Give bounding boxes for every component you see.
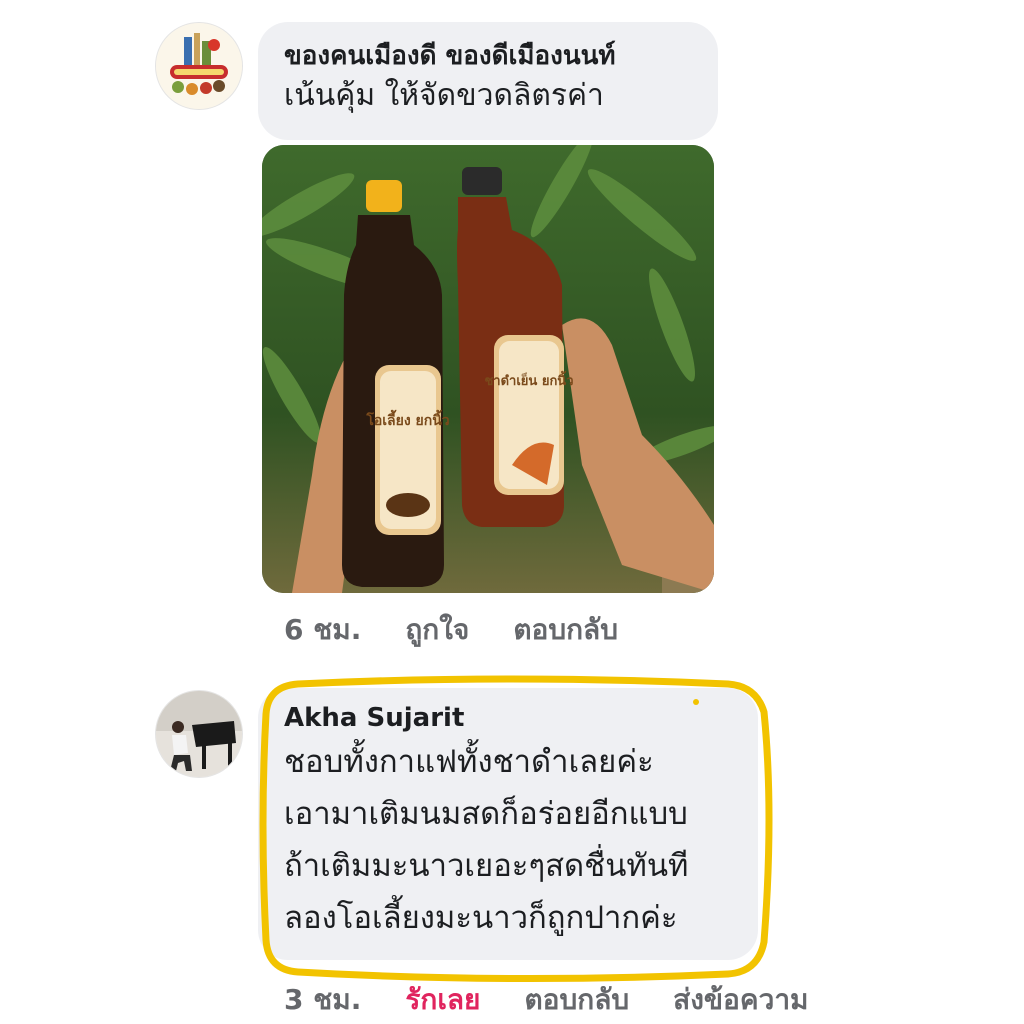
comment-timestamp[interactable]: 6 ชม. — [284, 608, 361, 652]
reply-button[interactable]: ตอบกลับ — [513, 608, 618, 652]
comment-line: ชอบทั้งกาแฟทั้งชาดำเลยค่ะ — [284, 744, 654, 780]
comment-author[interactable]: ของคนเมืองดี ของดีเมืองนนท์ — [284, 38, 692, 74]
comment-bubble: ของคนเมืองดี ของดีเมืองนนท์ เน้นคุ้ม ให้… — [258, 22, 718, 140]
comment-bubble: Akha Sujarit ชอบทั้งกาแฟทั้งชาดำเลยค่ะ เ… — [258, 688, 758, 960]
commenter-avatar[interactable] — [155, 690, 243, 778]
send-message-button[interactable]: ส่งข้อความ — [673, 978, 808, 1022]
comment-author[interactable]: Akha Sujarit — [284, 700, 732, 736]
comment-line: ถ้าเติมมะนาวเยอะๆสดชื่นทันที — [284, 848, 689, 884]
comment-text: เน้นคุ้ม ให้จัดขวดลิตรค่า — [284, 78, 604, 113]
comment-actions: 3 ชม. รักเลย ตอบกลับ ส่งข้อความ — [284, 978, 809, 1022]
product-photo: โอเลี้ยง ยกนิ้ว ชาดำเย็น ยกนิ้ว — [262, 145, 714, 593]
comment-actions: 6 ชม. ถูกใจ ตอบกลับ — [284, 608, 618, 652]
commenter-avatar[interactable] — [155, 22, 243, 110]
comment-photo[interactable]: โอเลี้ยง ยกนิ้ว ชาดำเย็น ยกนิ้ว — [262, 145, 714, 593]
reply-button[interactable]: ตอบกลับ — [524, 978, 629, 1022]
comment-line: ลองโอเลี้ยงมะนาวก็ถูกปากค่ะ — [284, 900, 678, 936]
comment-timestamp[interactable]: 3 ชม. — [284, 978, 361, 1022]
piano-player-avatar-icon — [156, 691, 242, 777]
love-reaction-button[interactable]: รักเลย — [405, 978, 480, 1022]
like-button[interactable]: ถูกใจ — [405, 608, 469, 652]
comment-line: เอามาเติมนมสดก็อร่อยอีกแบบ — [284, 796, 688, 832]
shop-logo-icon — [156, 23, 242, 109]
